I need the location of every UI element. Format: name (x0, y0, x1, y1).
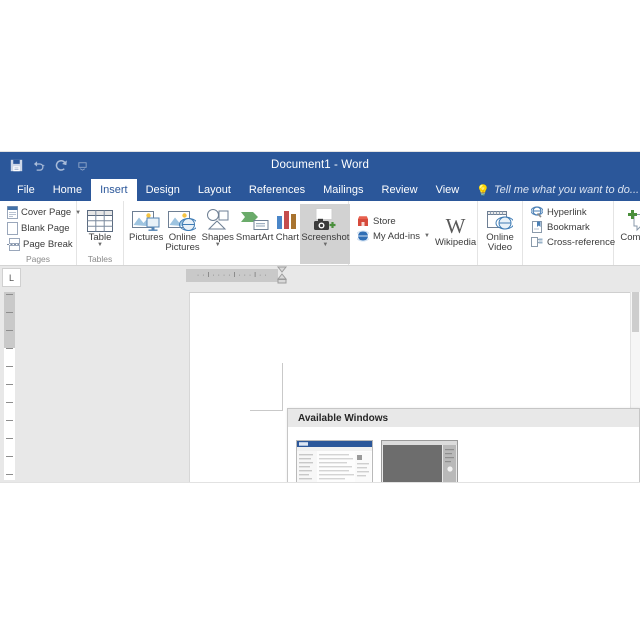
shapes-icon (204, 206, 232, 232)
hyperlink-label: Hyperlink (547, 206, 587, 218)
thumbnail-window-2-image (381, 440, 458, 482)
horizontal-ruler[interactable]: · · I · · · · I · · · I · · (186, 269, 278, 282)
pictures-icon (132, 206, 160, 232)
thumbnail-window-1[interactable] (296, 440, 373, 482)
screenshot-gallery-dropdown: Available Windows (287, 408, 640, 482)
hyperlink-icon (531, 206, 543, 218)
screenshot-icon (311, 206, 339, 232)
word-application-window: Document1 - Word File Home Insert Design… (0, 152, 640, 482)
online-video-label: Online Video (486, 232, 514, 253)
tell-me-label: Tell me what you want to do... (493, 184, 640, 196)
ribbon-group-addins: Store My Add-ins ▼ W Wikipedia (349, 201, 478, 265)
smartart-button[interactable]: SmartArt (235, 204, 274, 243)
table-button[interactable]: Table ▼ (81, 204, 119, 248)
smartart-icon (240, 206, 270, 232)
store-button[interactable]: Store (357, 215, 430, 227)
comment-icon (627, 206, 640, 232)
ribbon-group-pages: Cover Page ▼ Blank Page Page Break Pages (0, 201, 81, 265)
tab-layout[interactable]: Layout (189, 179, 240, 201)
ribbon-group-illustrations: Pictures Online Pictures Shapes ▼ SmartA… (124, 201, 351, 275)
my-addins-button[interactable]: My Add-ins ▼ (357, 230, 430, 242)
right-indent-marker[interactable] (276, 266, 288, 285)
hyperlink-button[interactable]: Hyperlink (531, 206, 615, 218)
shapes-button[interactable]: Shapes ▼ (201, 204, 235, 248)
pictures-button[interactable]: Pictures (128, 204, 164, 243)
page-break-button[interactable]: Page Break (4, 237, 84, 252)
page-break-icon (7, 238, 20, 251)
chevron-down-icon: ▼ (424, 233, 430, 239)
store-label: Store (373, 215, 396, 227)
ribbon-group-comments: Comment Comments (614, 201, 640, 265)
cover-page-icon (7, 206, 18, 219)
cover-page-label: Cover Page (21, 207, 72, 218)
gallery-header: Available Windows (288, 409, 639, 427)
online-video-button[interactable]: Online Video (482, 204, 518, 253)
ribbon-group-media: Online Video Media (478, 201, 523, 265)
wikipedia-button[interactable]: W Wikipedia (434, 209, 477, 248)
chevron-down-icon: ▼ (97, 242, 103, 248)
bookmark-button[interactable]: Bookmark (531, 221, 615, 233)
tell-me-search[interactable]: 💡 Tell me what you want to do... (468, 179, 640, 201)
thumbnail-window-2[interactable] (381, 440, 458, 482)
chart-button[interactable]: Chart (274, 204, 300, 243)
title-bar: Document1 - Word (0, 152, 640, 179)
bookmark-label: Bookmark (547, 221, 590, 233)
tab-review[interactable]: Review (373, 179, 427, 201)
cross-reference-button[interactable]: Cross-reference (531, 236, 615, 248)
ribbon-group-tables: Table ▼ Tables (77, 201, 124, 265)
comment-button[interactable]: Comment (618, 204, 640, 243)
lightbulb-icon: 💡 (476, 184, 490, 197)
document-title: Document1 - Word (271, 159, 369, 171)
margin-guide-vertical (282, 363, 283, 411)
online-pictures-button[interactable]: Online Pictures (164, 204, 200, 253)
blank-page-label: Blank Page (21, 223, 70, 234)
tab-home[interactable]: Home (44, 179, 91, 201)
screenshot-button[interactable]: Screenshot ▼ (300, 204, 351, 264)
blank-page-button[interactable]: Blank Page (4, 221, 84, 236)
cross-reference-icon (531, 237, 543, 247)
tab-design[interactable]: Design (137, 179, 189, 201)
online-pictures-icon (168, 206, 197, 232)
ribbon-group-label-pages: Pages (25, 254, 51, 264)
ribbon: Cover Page ▼ Blank Page Page Break Pages… (0, 201, 640, 275)
chevron-down-icon: ▼ (322, 242, 329, 248)
my-addins-label: My Add-ins (373, 230, 420, 242)
chart-icon (275, 206, 299, 232)
online-video-icon (487, 206, 513, 232)
tab-references[interactable]: References (240, 179, 314, 201)
ribbon-group-links: Hyperlink Bookmark Cross-reference (523, 201, 615, 265)
pictures-label: Pictures (129, 232, 164, 243)
tab-mailings[interactable]: Mailings (314, 179, 372, 201)
cross-reference-label: Cross-reference (547, 236, 616, 248)
my-addins-icon (357, 230, 369, 242)
ribbon-tab-strip: File Home Insert Design Layout Reference… (0, 179, 640, 201)
vertical-ruler[interactable] (4, 292, 15, 480)
chevron-down-icon: ▼ (214, 242, 221, 248)
online-pictures-label: Online Pictures (165, 232, 200, 253)
available-windows-list (288, 427, 639, 482)
horizontal-ruler-ticks: · · I · · · · I · · · I · · (196, 272, 268, 279)
wikipedia-label: Wikipedia (434, 237, 477, 248)
ribbon-group-label-tables: Tables (87, 254, 113, 264)
store-icon (358, 216, 368, 226)
table-icon (87, 206, 113, 232)
thumbnail-window-1-image (296, 440, 373, 482)
cover-page-button[interactable]: Cover Page ▼ (4, 205, 84, 220)
blank-page-icon (7, 222, 18, 235)
scrollbar-thumb[interactable] (632, 292, 639, 332)
tab-view[interactable]: View (427, 179, 469, 201)
tab-stop-selector[interactable]: L (2, 268, 21, 287)
chart-label: Chart (275, 232, 299, 243)
bookmark-icon (532, 221, 542, 233)
page-break-label: Page Break (23, 239, 73, 250)
smartart-label: SmartArt (235, 232, 274, 243)
tab-file[interactable]: File (8, 179, 44, 201)
comment-label: Comment (620, 232, 640, 243)
margin-guide-horizontal (250, 410, 283, 411)
wikipedia-icon: W (445, 214, 466, 238)
tab-insert[interactable]: Insert (91, 179, 137, 201)
